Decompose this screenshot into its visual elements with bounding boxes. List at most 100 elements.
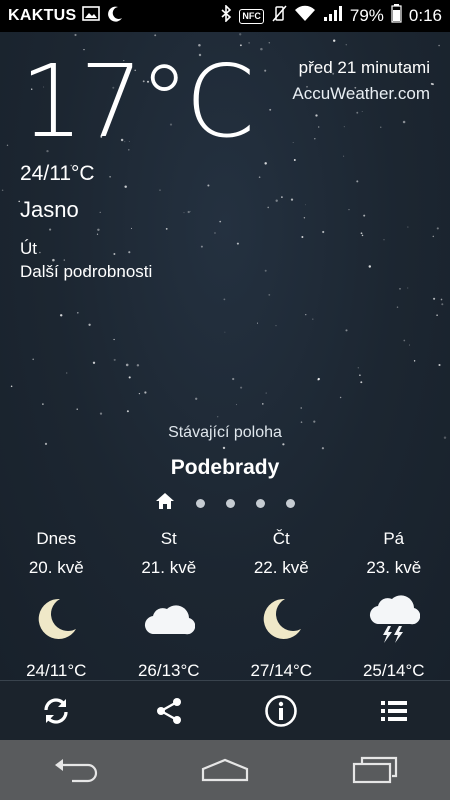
system-nav-bar [0,740,450,800]
last-updated: před 21 minutami [298,58,430,77]
star [339,396,342,399]
star [357,367,359,369]
location-label: Stávající poloha [168,424,282,441]
star [305,314,307,316]
star [183,212,185,214]
star [165,227,168,230]
refresh-button[interactable] [26,681,86,741]
star [92,361,96,364]
star [301,236,304,238]
star [240,386,243,389]
star [438,363,441,367]
star [348,209,350,211]
star [409,344,411,346]
bottom-toolbar [0,680,450,741]
home-button[interactable] [180,740,270,800]
provider-link[interactable]: AccuWeather.com [292,84,430,104]
star [1,189,4,191]
page-dot[interactable] [196,499,205,508]
star [32,358,34,361]
recents-button[interactable] [330,740,420,800]
list-icon [380,701,407,721]
star [361,234,364,237]
star [413,360,416,362]
share-button[interactable] [139,681,199,741]
forecast-day-3[interactable]: Pá 23. kvě 25/14°C [338,520,450,680]
info-button[interactable] [251,681,311,741]
forecast-date: 20. kvě [28,558,84,577]
star [74,33,77,37]
thunderstorm-icon [338,594,450,644]
star [236,242,239,245]
nfc-icon: NFC [239,8,264,24]
star [363,214,366,217]
star [303,217,306,219]
weather-condition: Jasno [20,197,79,222]
star [267,206,270,209]
star [128,251,131,254]
forecast-day-name: Dnes [36,529,77,548]
star [305,204,307,206]
back-button[interactable] [30,740,120,800]
star [281,196,283,198]
star [438,44,440,47]
star [264,162,267,165]
star [257,322,258,324]
star [130,227,133,229]
star [88,323,91,326]
star [125,363,129,367]
status-bar: KAKTUS NFC 79% 0:16 [0,0,450,32]
star [200,245,203,248]
star [440,298,443,301]
star [314,137,316,140]
star [187,210,190,214]
star [222,446,226,450]
star [403,339,406,342]
star [360,381,363,384]
star [76,408,78,410]
star [113,338,115,341]
star [293,159,296,161]
star [315,114,318,117]
page-dot[interactable] [256,499,265,508]
star [436,314,438,317]
star [39,251,41,254]
locations-list-button[interactable] [364,681,424,741]
forecast-temps: 27/14°C [250,661,313,680]
more-details-link[interactable]: Další podrobnosti [20,262,152,282]
star [223,298,226,301]
forecast-day-2[interactable]: Čt 22. kvě 27/14°C [225,520,338,680]
star [345,44,347,46]
forecast-day-name: St [160,529,177,548]
star [380,126,382,128]
star [275,199,278,202]
forecast-date: 22. kvě [253,558,309,577]
star [195,397,198,400]
home-location-icon[interactable] [155,492,175,515]
star [356,180,359,183]
star [258,176,261,178]
forecast-date: 23. kvě [366,558,422,577]
star [300,407,302,409]
star [262,403,264,405]
page-dot[interactable] [286,499,295,508]
star [214,232,216,234]
star [260,47,263,51]
hi-lo-temperature: 24/11°C [20,162,95,185]
forecast-day-0[interactable]: Dnes 20. kvě 24/11°C [0,520,113,680]
star [292,141,294,144]
star [63,259,65,261]
star [290,198,294,201]
star [407,287,409,289]
star [97,228,100,232]
star [265,392,267,394]
star [138,392,141,395]
star [239,33,242,36]
forecast-day-1[interactable]: St 21. kvě 26/13°C [113,520,226,680]
page-dot[interactable] [226,499,235,508]
battery-percent: 79% [349,6,384,25]
star [10,385,13,388]
bluetooth-icon [221,4,232,27]
star [345,329,348,332]
star [343,155,345,157]
